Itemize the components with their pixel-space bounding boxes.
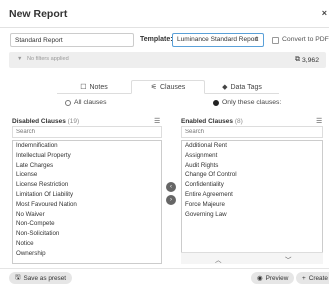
disabled-clauses-count: (19) <box>67 118 80 125</box>
disabled-clauses-list: Indemnification Intellectual Property La… <box>12 140 162 264</box>
list-item[interactable]: Assignment <box>182 151 322 161</box>
chevron-left-icon: ‹ <box>170 184 172 190</box>
tab-clauses-label: Clauses <box>159 83 186 91</box>
list-item[interactable]: Limitation Of Liability <box>13 190 161 200</box>
list-item[interactable]: Most Favoured Nation <box>13 200 161 210</box>
list-item[interactable]: Audit Rights <box>182 161 322 171</box>
documents-icon: ⧉ <box>294 56 300 63</box>
list-item[interactable]: Notice <box>13 239 161 249</box>
chevron-right-icon: › <box>170 197 172 203</box>
template-select[interactable]: Luminance Standard Report ⇕ <box>172 33 264 47</box>
eye-icon: ◉ <box>257 275 263 282</box>
list-item[interactable]: Force Majeure <box>182 200 322 210</box>
enabled-clauses-title: Enabled Clauses <box>181 118 234 125</box>
clauses-icon: ⚟ <box>150 84 157 91</box>
template-select-value: Luminance Standard Report <box>177 36 259 43</box>
move-left-button[interactable]: ‹ <box>166 182 176 192</box>
filter-bar[interactable]: ▼ No filters applied ⧉ 3,962 <box>9 52 326 68</box>
save-preset-button[interactable]: 🖫 Save as preset <box>9 272 73 284</box>
report-tabs: ☐ Notes ⚟ Clauses ◆ Data Tags <box>57 80 279 94</box>
clause-mode-radios: All clauses Only these clauses: <box>0 98 329 110</box>
list-item[interactable]: Entire Agreement <box>182 190 322 200</box>
list-item[interactable]: License <box>13 170 161 180</box>
tab-data-tags-label: Data Tags <box>230 83 262 91</box>
disabled-search-input[interactable] <box>12 126 162 138</box>
chevron-up-icon[interactable]: ︿ <box>215 254 222 264</box>
dialog-title: New Report <box>9 8 68 20</box>
list-item[interactable]: Non-Compete <box>13 219 161 229</box>
enabled-clauses-count: (8) <box>234 118 243 125</box>
tab-clauses[interactable]: ⚟ Clauses <box>131 80 205 94</box>
save-icon: 🖫 <box>15 273 21 281</box>
list-item[interactable]: Indemnification <box>13 141 161 151</box>
save-preset-label: Save as preset <box>23 274 67 282</box>
list-item[interactable]: Intellectual Property <box>13 151 161 161</box>
document-count-badge: ⧉ 3,962 <box>291 55 323 65</box>
list-item[interactable]: Confidentiality <box>182 180 322 190</box>
radio-only-clauses[interactable]: Only these clauses: <box>213 99 281 106</box>
disabled-clauses-title: Disabled Clauses <box>12 118 66 125</box>
dialog-footer: 🖫 Save as preset ◉ Preview + Create <box>0 268 329 286</box>
disabled-clauses-header: Disabled Clauses (19) <box>12 118 79 125</box>
report-settings-row: Template: Luminance Standard Report ⇕ Co… <box>0 28 329 50</box>
dialog-titlebar: New Report × <box>0 0 329 28</box>
radio-all-label: All clauses <box>74 99 107 106</box>
enabled-clauses-list: Additional Rent Assignment Audit Rights … <box>181 140 323 264</box>
radio-all-dot <box>65 99 71 106</box>
convert-pdf-label[interactable]: Convert to PDF <box>282 36 329 43</box>
disabled-list-menu-icon[interactable]: ☰ <box>154 117 160 125</box>
filter-icon: ▼ <box>17 56 23 62</box>
document-count: 3,962 <box>301 56 319 64</box>
tag-icon: ◆ <box>222 84 228 91</box>
move-right-button[interactable]: › <box>166 195 176 205</box>
list-item[interactable]: Governing Law <box>182 210 322 220</box>
report-name-input[interactable] <box>10 33 134 47</box>
enabled-search-input[interactable] <box>181 126 323 138</box>
list-item[interactable]: Additional Rent <box>182 141 322 151</box>
new-report-dialog: New Report × Template: Luminance Standar… <box>0 0 329 286</box>
list-item[interactable]: No Waiver <box>13 210 161 220</box>
radio-only-dot <box>213 99 219 106</box>
tab-notes[interactable]: ☐ Notes <box>57 80 131 94</box>
create-button[interactable]: + Create <box>296 272 329 284</box>
enabled-order-bar: ︿ ﹀ <box>181 252 323 264</box>
plus-icon: + <box>302 274 306 282</box>
radio-only-label: Only these clauses: <box>222 99 282 106</box>
tab-data-tags[interactable]: ◆ Data Tags <box>205 80 279 94</box>
tab-notes-label: Notes <box>89 83 108 91</box>
close-icon[interactable]: × <box>322 8 327 18</box>
list-item[interactable]: License Restriction <box>13 180 161 190</box>
list-item[interactable]: Late Charges <box>13 161 161 171</box>
preview-button[interactable]: ◉ Preview <box>251 272 295 284</box>
chevron-down-icon[interactable]: ﹀ <box>285 254 292 264</box>
convert-pdf-checkbox[interactable] <box>272 37 279 44</box>
template-label: Template: <box>140 36 173 43</box>
radio-all-clauses[interactable]: All clauses <box>65 99 107 106</box>
list-item[interactable]: Ownership <box>13 249 161 259</box>
list-item[interactable]: Non-Solicitation <box>13 229 161 239</box>
preview-label: Preview <box>265 274 289 282</box>
enabled-clauses-header: Enabled Clauses (8) <box>181 118 243 125</box>
notes-icon: ☐ <box>80 84 87 91</box>
create-label: Create <box>308 274 328 282</box>
enabled-list-menu-icon[interactable]: ☰ <box>316 117 322 125</box>
list-item[interactable]: Change Of Control <box>182 170 322 180</box>
filter-status-text: No filters applied <box>27 56 69 62</box>
filter-status: ▼ No filters applied <box>17 56 69 62</box>
select-arrows-icon: ⇕ <box>253 37 259 43</box>
